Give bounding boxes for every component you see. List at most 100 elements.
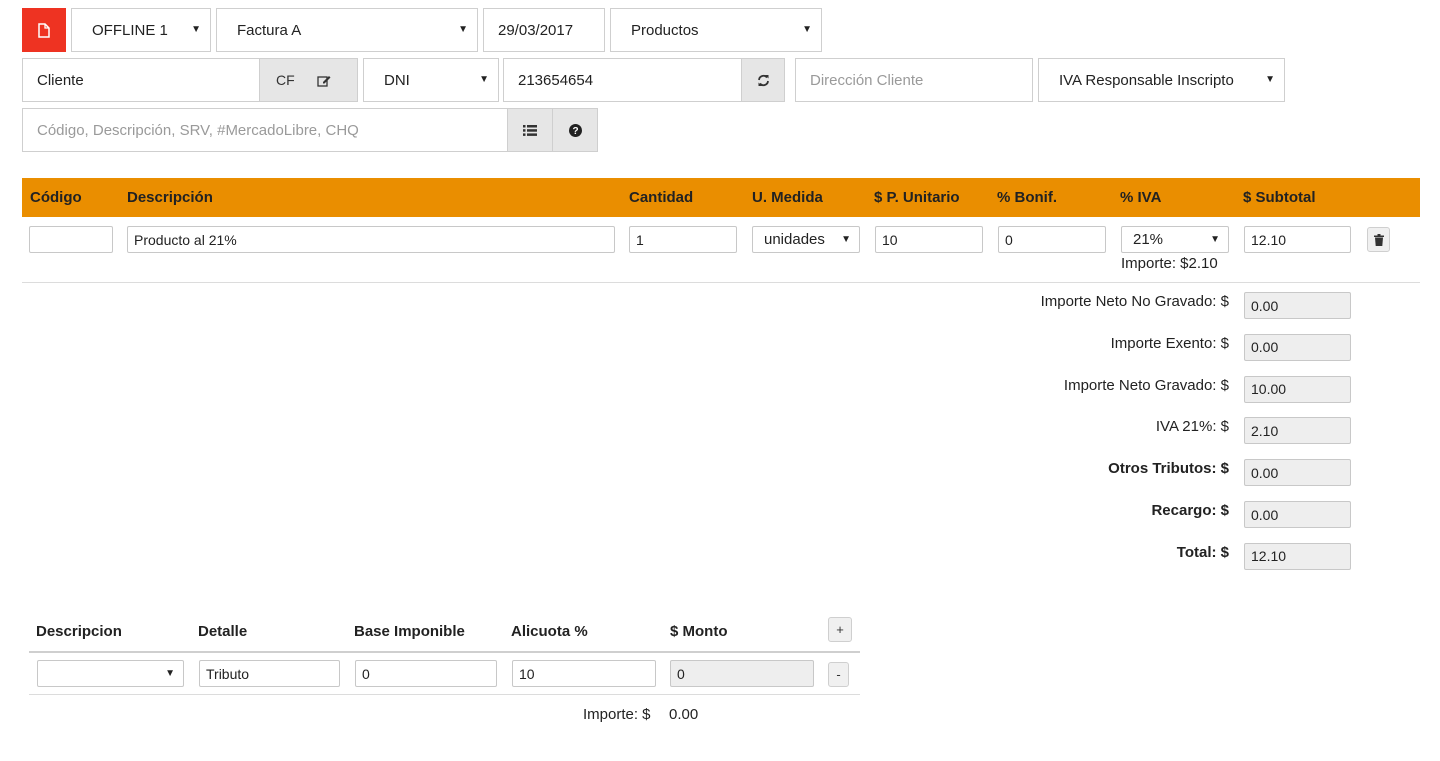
tributo-alicuota-value: 10 xyxy=(519,665,535,682)
total-label: Importe Neto Gravado: $ xyxy=(1063,376,1229,394)
total-value: 0.00 xyxy=(1251,297,1279,314)
tributos-importe-value: 0.00 xyxy=(669,706,699,723)
header-cantidad: Cantidad xyxy=(629,189,694,206)
cf-addon[interactable]: CF xyxy=(259,58,358,102)
item-descripcion-input[interactable]: Producto al 21% xyxy=(127,226,615,253)
item-bonif-value: 0 xyxy=(1005,231,1013,248)
punto-venta-select[interactable]: OFFLINE 1 xyxy=(71,8,211,52)
total-value: 0.00 xyxy=(1251,339,1279,356)
new-document-button[interactable] xyxy=(22,8,66,52)
item-descripcion-value: Producto al 21% xyxy=(134,231,237,248)
cliente-value: Cliente xyxy=(37,71,84,89)
total-value-field: 0.00 xyxy=(1244,501,1351,528)
help-icon: ? xyxy=(568,123,582,137)
doc-tipo-select[interactable]: DNI xyxy=(363,58,499,102)
tributo-descripcion-select[interactable] xyxy=(37,660,184,687)
tipo-comprobante-select[interactable]: Factura A xyxy=(216,8,478,52)
total-value-field: 0.00 xyxy=(1244,333,1351,361)
tributo-monto-value: 0 xyxy=(677,665,685,682)
total-value: 0.00 xyxy=(1251,464,1279,481)
item-subtotal-input[interactable]: 12.10 xyxy=(1244,226,1351,253)
item-unidad-value: unidades xyxy=(764,231,825,248)
direccion-input[interactable]: Dirección Cliente xyxy=(795,58,1033,102)
item-cantidad-value: 1 xyxy=(636,231,644,248)
cf-label: CF xyxy=(276,72,295,88)
total-value-field: 10.00 xyxy=(1244,375,1351,403)
item-importe-iva: Importe: $2.10 xyxy=(1121,255,1218,272)
total-value: 2.10 xyxy=(1251,422,1279,439)
total-value: 0.00 xyxy=(1251,506,1279,523)
total-label: Importe Exento: $ xyxy=(1110,334,1229,352)
total-value-field: 0.00 xyxy=(1244,292,1351,319)
list-button[interactable] xyxy=(507,108,553,152)
tributos-header-divider xyxy=(29,651,860,653)
condicion-iva-value: IVA Responsable Inscripto xyxy=(1059,71,1234,89)
item-iva-value: 21% xyxy=(1133,231,1164,248)
refresh-button[interactable] xyxy=(741,58,785,102)
add-tributo-button[interactable]: + xyxy=(828,617,852,642)
search-input[interactable]: Código, Descripción, SRV, #MercadoLibre,… xyxy=(22,108,508,152)
list-icon xyxy=(523,124,537,136)
fecha-input[interactable]: 29/03/2017 xyxy=(483,8,605,52)
tipo-comprobante-value: Factura A xyxy=(237,21,302,39)
total-label: Total: $ xyxy=(1176,543,1229,561)
total-label: Recargo: $ xyxy=(1151,502,1229,519)
item-cantidad-input[interactable]: 1 xyxy=(629,226,737,253)
total-value: 12.10 xyxy=(1251,548,1287,565)
tributos-importe-label: Importe: $ xyxy=(583,706,651,723)
item-precio-value: 10 xyxy=(882,231,898,248)
header-iva: % IVA xyxy=(1120,189,1162,206)
total-value-field: 0.00 xyxy=(1244,459,1351,487)
item-unidad-select[interactable]: unidades xyxy=(752,226,860,253)
item-subtotal-value: 12.10 xyxy=(1251,231,1287,248)
header-descripcion: Descripción xyxy=(127,189,213,206)
total-value-field: 2.10 xyxy=(1244,417,1351,445)
header-precio: $ P. Unitario xyxy=(874,189,960,206)
concepto-select[interactable]: Productos xyxy=(610,8,822,52)
doc-numero-value: 213654654 xyxy=(518,71,594,89)
direccion-placeholder: Dirección Cliente xyxy=(810,71,924,89)
item-iva-select[interactable]: 21% xyxy=(1121,226,1229,253)
trib-header-monto: $ Monto xyxy=(670,623,728,640)
delete-item-button[interactable] xyxy=(1367,227,1390,252)
total-value: 10.00 xyxy=(1251,381,1287,398)
header-subtotal: $ Subtotal xyxy=(1243,189,1316,206)
total-value-field: 12.10 xyxy=(1244,542,1351,570)
search-placeholder: Código, Descripción, SRV, #MercadoLibre,… xyxy=(37,121,359,139)
refresh-icon xyxy=(757,74,769,86)
trib-header-base: Base Imponible xyxy=(354,623,465,640)
header-codigo: Código xyxy=(30,189,82,206)
trib-header-alicuota: Alicuota % xyxy=(511,623,588,640)
trib-header-descripcion: Descripcion xyxy=(36,623,122,640)
item-codigo-input[interactable] xyxy=(29,226,113,253)
items-table-header: Código Descripción Cantidad U. Medida $ … xyxy=(22,178,1420,217)
remove-tributo-button[interactable]: - xyxy=(828,662,849,687)
item-precio-input[interactable]: 10 xyxy=(875,226,983,253)
tributo-base-value: 0 xyxy=(362,665,370,682)
condicion-iva-select[interactable]: IVA Responsable Inscripto xyxy=(1038,58,1285,102)
tributo-detalle-input[interactable]: Tributo xyxy=(199,660,340,687)
header-bonif: % Bonif. xyxy=(997,189,1057,206)
fecha-value: 29/03/2017 xyxy=(498,21,574,39)
concepto-value: Productos xyxy=(631,21,699,39)
cliente-input[interactable]: Cliente xyxy=(22,58,260,102)
items-divider xyxy=(22,282,1420,283)
doc-tipo-value: DNI xyxy=(384,71,410,89)
svg-text:?: ? xyxy=(572,126,578,137)
header-unidad: U. Medida xyxy=(752,189,823,206)
trib-header-detalle: Detalle xyxy=(198,623,248,640)
total-label: Otros Tributos: $ xyxy=(1108,460,1229,478)
tributo-monto-input: 0 xyxy=(670,660,814,687)
tributo-alicuota-input[interactable]: 10 xyxy=(512,660,656,687)
doc-numero-input[interactable]: 213654654 xyxy=(503,58,742,102)
tributo-base-input[interactable]: 0 xyxy=(355,660,497,687)
help-button[interactable]: ? xyxy=(552,108,598,152)
total-label: Importe Neto No Gravado: $ xyxy=(1040,293,1229,310)
edit-icon[interactable] xyxy=(317,74,331,87)
item-bonif-input[interactable]: 0 xyxy=(998,226,1106,253)
tributo-detalle-value: Tributo xyxy=(206,665,250,682)
tributos-row-divider xyxy=(29,694,860,695)
file-icon xyxy=(38,22,50,38)
trash-icon xyxy=(1373,233,1384,246)
punto-venta-value: OFFLINE 1 xyxy=(92,21,168,39)
